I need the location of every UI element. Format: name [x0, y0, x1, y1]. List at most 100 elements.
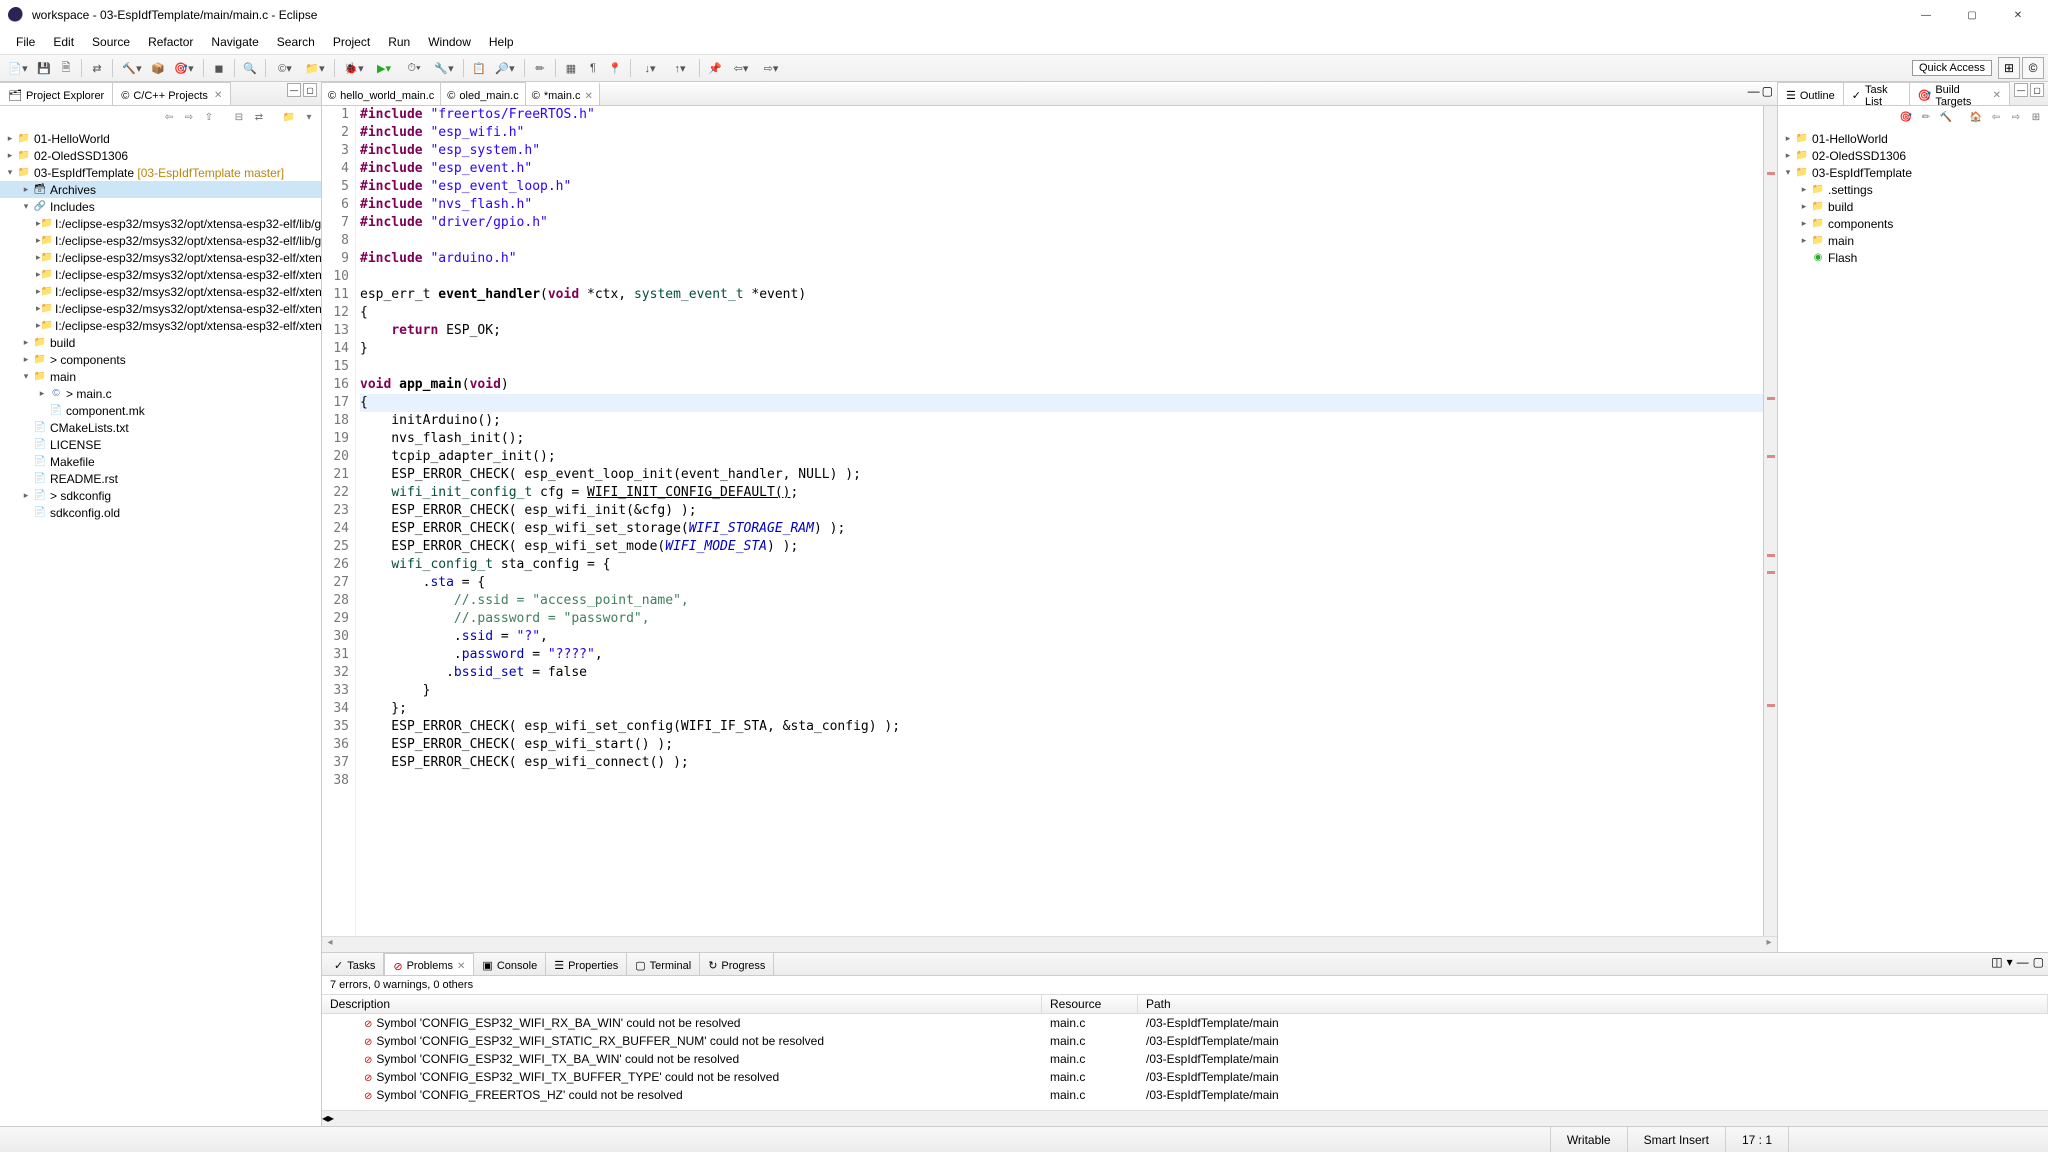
tab-build-targets[interactable]: 🎯Build Targets✕ [1910, 82, 2010, 105]
tree-item[interactable]: sdkconfig.old [48, 506, 120, 520]
minimize-view-button[interactable]: — [287, 83, 301, 97]
menu-edit[interactable]: Edit [45, 33, 82, 51]
tree-item[interactable]: I:/eclipse-esp32/msys32/opt/xtensa-esp32… [53, 268, 321, 282]
tree-item[interactable]: Makefile [48, 455, 95, 469]
editor-tab-hello[interactable]: ©hello_world_main.c [322, 82, 441, 105]
code-editor[interactable]: #include "freertos/FreeRTOS.h"#include "… [356, 106, 1763, 936]
tree-item[interactable]: > components [48, 353, 126, 367]
debug-button[interactable]: 🐞▾ [340, 58, 368, 78]
tab-outline[interactable]: ☰Outline [1778, 82, 1844, 105]
tree-item[interactable]: main [48, 370, 76, 384]
open-type-button[interactable]: 🔍 [240, 58, 260, 78]
menu-source[interactable]: Source [84, 33, 138, 51]
back-nav-icon[interactable]: ⇦ [161, 109, 177, 125]
pin-button[interactable]: 📌 [705, 58, 725, 78]
tree-item[interactable]: .settings [1826, 183, 1873, 197]
editor-tab-oled[interactable]: ©oled_main.c [441, 82, 525, 105]
menu-help[interactable]: Help [481, 33, 522, 51]
show-whitespace-button[interactable]: ¶ [583, 58, 603, 78]
tree-item[interactable]: Archives [48, 183, 96, 197]
maximize-editor-button[interactable]: ▢ [1762, 84, 1773, 105]
problem-row[interactable]: ⊘Symbol 'CONFIG_FREERTOS_HZ' could not b… [322, 1086, 2048, 1104]
overview-ruler[interactable] [1763, 106, 1777, 936]
view-menu-icon[interactable]: ▾ [301, 109, 317, 125]
working-sets-icon[interactable]: 📁 [281, 109, 297, 125]
col-description[interactable]: Description [322, 995, 1042, 1013]
fwd-nav-icon[interactable]: ⇨ [181, 109, 197, 125]
minimize-editor-button[interactable]: — [1748, 84, 1760, 105]
tree-item[interactable]: component.mk [64, 404, 145, 418]
tree-item[interactable]: Includes [48, 200, 95, 214]
back-button[interactable]: ⇦▾ [727, 58, 755, 78]
search-button[interactable]: 🔎▾ [491, 58, 519, 78]
menu-refactor[interactable]: Refactor [140, 33, 201, 51]
col-path[interactable]: Path [1138, 995, 2048, 1013]
build-button[interactable]: 🔨▾ [118, 58, 146, 78]
run-button[interactable]: ▶▾ [370, 58, 398, 78]
tree-item[interactable]: build [48, 336, 75, 350]
bottom-hscroll[interactable]: ◂▸ [322, 1110, 2048, 1126]
tree-item[interactable]: 01-HelloWorld [1810, 132, 1888, 146]
menu-project[interactable]: Project [325, 33, 378, 51]
menu-window[interactable]: Window [420, 33, 479, 51]
open-perspective-button[interactable]: ⊞ [1998, 57, 2020, 79]
save-all-button[interactable]: 🗎 [56, 58, 76, 78]
cpp-perspective-button[interactable]: © [2022, 57, 2044, 79]
new-target-icon[interactable]: 🎯 [1898, 109, 1914, 125]
maximize-view-button[interactable]: ▢ [303, 83, 317, 97]
profile-button[interactable]: ⏱▾ [400, 58, 428, 78]
forward-button[interactable]: ⇨▾ [757, 58, 785, 78]
quick-access-field[interactable]: Quick Access [1912, 60, 1992, 76]
minimize-button[interactable]: — [1912, 5, 1940, 25]
col-resource[interactable]: Resource [1042, 995, 1138, 1013]
stop-button[interactable]: ◼ [209, 58, 229, 78]
tree-item[interactable]: Flash [1826, 251, 1857, 265]
new-folder-button[interactable]: 📁▾ [301, 58, 329, 78]
tab-problems[interactable]: ⊘Problems✕ [384, 953, 474, 975]
tree-item[interactable]: 02-OledSSD1306 [32, 149, 128, 163]
tree-item[interactable]: build [1826, 200, 1853, 214]
toggle-block-button[interactable]: ▦ [561, 58, 581, 78]
tab-console[interactable]: ▣Console [474, 953, 546, 975]
link-editor-icon[interactable]: ⇄ [251, 109, 267, 125]
tree-item[interactable]: I:/eclipse-esp32/msys32/opt/xtensa-esp32… [53, 302, 321, 316]
maximize-view-button[interactable]: ▢ [2033, 955, 2044, 975]
tree-item[interactable]: 02-OledSSD1306 [1810, 149, 1906, 163]
toggle-breadcrumb-button[interactable]: 📍 [605, 58, 625, 78]
new-task-button[interactable]: 📋 [469, 58, 489, 78]
problems-table[interactable]: Description Resource Path ⊘Symbol 'CONFI… [322, 994, 2048, 1110]
editor-hscroll[interactable]: ◂▸ [322, 936, 1777, 952]
tree-item[interactable]: I:/eclipse-esp32/msys32/opt/xtensa-esp32… [53, 234, 321, 248]
home-icon[interactable]: 🏠 [1968, 109, 1984, 125]
problem-row[interactable]: ⊘Symbol 'CONFIG_ESP32_WIFI_TX_BUFFER_TYP… [322, 1068, 2048, 1086]
menu-run[interactable]: Run [380, 33, 418, 51]
close-button[interactable]: ✕ [2004, 5, 2032, 25]
build-all-button[interactable]: 📦 [148, 58, 168, 78]
problem-row[interactable]: ⊘Symbol 'CONFIG_ESP32_WIFI_RX_BA_WIN' co… [322, 1014, 2048, 1032]
tab-cpp-projects[interactable]: © C/C++ Projects ✕ [113, 82, 231, 105]
menu-search[interactable]: Search [269, 33, 323, 51]
toggle-mark-button[interactable]: ✏ [530, 58, 550, 78]
tree-item[interactable]: I:/eclipse-esp32/msys32/opt/xtensa-esp32… [53, 319, 321, 333]
tab-properties[interactable]: ☰Properties [546, 953, 627, 975]
tree-item[interactable]: > main.c [64, 387, 112, 401]
minimize-view-button[interactable]: — [2014, 83, 2028, 97]
tree-item[interactable]: I:/eclipse-esp32/msys32/opt/xtensa-esp32… [53, 217, 321, 231]
build-target-icon[interactable]: 🔨 [1938, 109, 1954, 125]
close-icon[interactable]: ✕ [1993, 90, 2001, 101]
new-class-button[interactable]: ©▾ [271, 58, 299, 78]
build-target-button[interactable]: 🎯▾ [170, 58, 198, 78]
switch-editor-button[interactable]: ⇄ [87, 58, 107, 78]
close-icon[interactable]: ✕ [457, 961, 465, 972]
hide-icon[interactable]: ⊞ [2028, 109, 2044, 125]
tree-item[interactable]: CMakeLists.txt [48, 421, 129, 435]
tab-progress[interactable]: ↻Progress [700, 953, 774, 975]
forward-icon[interactable]: ⇨ [2008, 109, 2024, 125]
minimize-view-button[interactable]: — [2017, 955, 2029, 975]
line-gutter[interactable]: 1234567891011121314151617181920212223242… [322, 106, 356, 936]
tree-item[interactable]: components [1826, 217, 1893, 231]
menu-file[interactable]: File [8, 33, 43, 51]
tree-item[interactable]: > sdkconfig [48, 489, 111, 503]
tree-item[interactable]: I:/eclipse-esp32/msys32/opt/xtensa-esp32… [53, 251, 321, 265]
view-menu-icon[interactable]: ▾ [2007, 955, 2013, 975]
